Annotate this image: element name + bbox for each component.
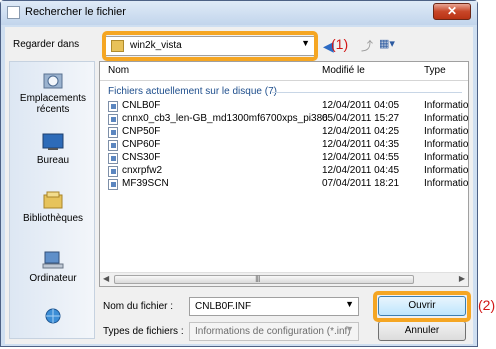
file-type: Information <box>424 178 469 189</box>
callout-frame-1 <box>102 31 318 61</box>
place-libraries[interactable]: Bibliothèques <box>10 190 96 224</box>
place-label: Ordinateur <box>29 273 77 284</box>
column-headers: Nom Modifié le Type <box>100 62 468 81</box>
file-date: 12/04/2011 04:25 <box>322 126 400 137</box>
file-date: 07/04/2011 18:21 <box>322 178 400 189</box>
desktop-icon <box>42 133 64 150</box>
file-type: Information <box>424 165 469 176</box>
place-desktop[interactable]: Bureau <box>10 132 96 166</box>
file-date: 05/04/2011 15:27 <box>322 113 400 124</box>
lookin-label: Regarder dans <box>13 39 80 50</box>
scroll-left-icon[interactable]: ◀ <box>103 274 109 283</box>
file-row[interactable]: cnnx0_cb3_len-GB_md1300mf6700xps_pi386 0… <box>100 113 468 126</box>
inf-file-icon <box>108 101 118 112</box>
libraries-icon <box>43 191 63 209</box>
file-name: CNP60F <box>122 139 161 150</box>
horizontal-scrollbar[interactable]: ◀ III ▶ <box>100 272 468 286</box>
title-bar: Rechercher le fichier ✕ <box>1 1 477 25</box>
file-row[interactable]: cnxrpfw2 12/04/2011 04:45 Information <box>100 165 468 178</box>
filename-label: Nom du fichier : <box>103 301 174 312</box>
cancel-button[interactable]: Annuler <box>378 321 466 341</box>
chevron-down-icon[interactable]: ▼ <box>345 324 354 334</box>
file-row[interactable]: MF39SCN 07/04/2011 18:21 Information <box>100 178 468 191</box>
column-type[interactable]: Type <box>424 65 446 76</box>
file-dialog: Rechercher le fichier ✕ Regarder dans wi… <box>0 0 478 347</box>
file-list: Nom Modifié le Type Fichiers actuellemen… <box>99 61 469 287</box>
column-modified[interactable]: Modifié le <box>322 65 365 76</box>
filetype-value: Informations de configuration (*.inf) <box>195 326 351 337</box>
file-name: CNP50F <box>122 126 161 137</box>
file-row[interactable]: CNS30F 12/04/2011 04:55 Information <box>100 152 468 165</box>
file-type: Information <box>424 139 469 150</box>
place-network[interactable] <box>10 307 96 330</box>
file-name: CNS30F <box>122 152 161 163</box>
file-type: Information <box>424 126 469 137</box>
place-recent[interactable]: Emplacements récents <box>10 70 96 115</box>
close-button[interactable]: ✕ <box>433 3 471 20</box>
inf-file-icon <box>108 114 118 125</box>
recent-places-icon <box>43 73 63 89</box>
views-menu-icon[interactable]: ▦▾ <box>379 37 395 50</box>
place-label: Bibliothèques <box>22 213 84 224</box>
file-row[interactable]: CNP60F 12/04/2011 04:35 Information <box>100 139 468 152</box>
places-bar: Emplacements récents Bureau Bibliothèque… <box>9 61 95 339</box>
scroll-right-icon[interactable]: ▶ <box>459 274 465 283</box>
dialog-title: Rechercher le fichier <box>25 6 126 18</box>
file-name: CNLB0F <box>122 100 161 111</box>
inf-file-icon <box>108 127 118 138</box>
filename-input[interactable]: CNLB0F.INF ▼ <box>189 297 359 316</box>
scroll-grip: III <box>255 274 260 284</box>
dialog-body: Regarder dans win2k_vista ▼ ◀ (1) ⤴ ▦▾ E… <box>5 27 473 344</box>
group-header[interactable]: Fichiers actuellement sur le disque (7) <box>108 86 277 97</box>
inf-file-icon <box>108 179 118 190</box>
file-row[interactable]: CNP50F 12/04/2011 04:25 Information <box>100 126 468 139</box>
place-label: Bureau <box>36 155 70 166</box>
file-type: Information <box>424 152 469 163</box>
column-name[interactable]: Nom <box>108 65 129 76</box>
dialog-icon <box>7 6 20 19</box>
callout-label-1: (1) <box>331 36 349 52</box>
place-label: Emplacements récents <box>19 93 87 115</box>
up-folder-icon[interactable]: ⤴ <box>361 37 373 54</box>
filetype-select[interactable]: Informations de configuration (*.inf) ▼ <box>189 322 359 341</box>
file-date: 12/04/2011 04:05 <box>322 100 400 111</box>
inf-file-icon <box>108 140 118 151</box>
inf-file-icon <box>108 153 118 164</box>
group-divider <box>272 92 462 93</box>
file-type: Information <box>424 100 469 111</box>
file-name: MF39SCN <box>122 178 169 189</box>
file-type: Information <box>424 113 469 124</box>
filetype-label: Types de fichiers : <box>103 326 184 337</box>
inf-file-icon <box>108 166 118 177</box>
file-date: 12/04/2011 04:55 <box>322 152 400 163</box>
file-name: cnxrpfw2 <box>122 165 163 176</box>
scroll-thumb[interactable]: III <box>114 274 414 284</box>
chevron-down-icon[interactable]: ▼ <box>345 299 354 309</box>
file-row[interactable]: CNLB0F 12/04/2011 04:05 Information <box>100 100 468 113</box>
file-date: 12/04/2011 04:45 <box>322 165 400 176</box>
file-name: cnnx0_cb3_len-GB_md1300mf6700xps_pi386 <box>122 113 328 124</box>
place-computer[interactable]: Ordinateur <box>10 250 96 284</box>
callout-label-2: (2) <box>478 297 496 313</box>
filename-value: CNLB0F.INF <box>195 301 252 312</box>
computer-icon <box>42 251 64 269</box>
file-date: 12/04/2011 04:35 <box>322 139 400 150</box>
network-icon <box>45 308 61 324</box>
callout-frame-2 <box>373 291 471 322</box>
